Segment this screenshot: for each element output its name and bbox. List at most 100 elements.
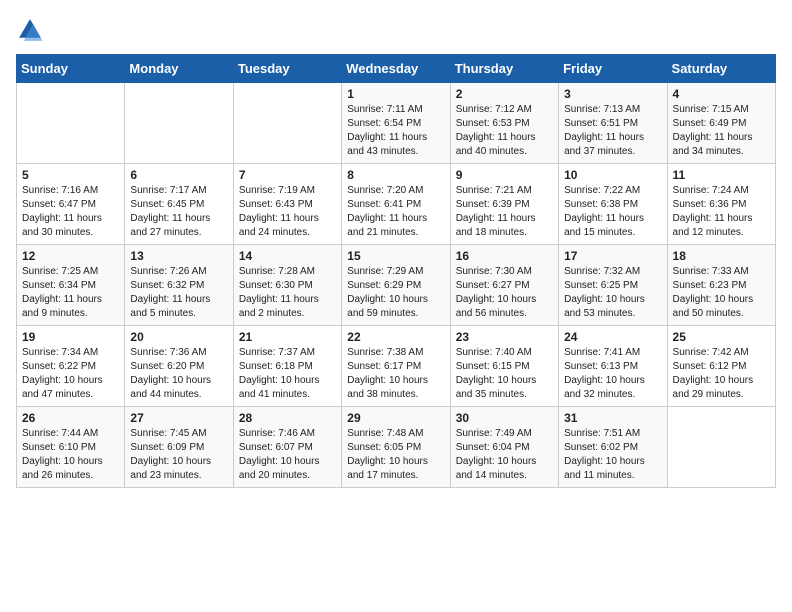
cell-details: Sunrise: 7:13 AM Sunset: 6:51 PM Dayligh… [564, 103, 661, 159]
cell-details: Sunrise: 7:45 AM Sunset: 6:09 PM Dayligh… [130, 427, 227, 483]
day-number: 1 [347, 87, 444, 101]
day-number: 3 [564, 87, 661, 101]
day-number: 9 [456, 168, 553, 182]
calendar-cell: 12Sunrise: 7:25 AM Sunset: 6:34 PM Dayli… [17, 245, 125, 326]
cell-details: Sunrise: 7:30 AM Sunset: 6:27 PM Dayligh… [456, 265, 553, 321]
cell-details: Sunrise: 7:46 AM Sunset: 6:07 PM Dayligh… [239, 427, 336, 483]
calendar-cell: 25 Sunrise: 7:42 AM Sunset: 6:12 PM Dayli… [667, 326, 775, 407]
calendar-cell: 6Sunrise: 7:17 AM Sunset: 6:45 PM Daylig… [125, 164, 233, 245]
calendar-week-0: 1 Sunrise: 7:11 AM Sunset: 6:54 PM Daylig… [17, 83, 776, 164]
calendar-cell [125, 83, 233, 164]
cell-details: Sunrise: 7:22 AM Sunset: 6:38 PM Dayligh… [564, 184, 661, 240]
calendar-cell: 16 Sunrise: 7:30 AM Sunset: 6:27 PM Dayli… [450, 245, 558, 326]
cell-details: Sunrise: 7:21 AM Sunset: 6:39 PM Dayligh… [456, 184, 553, 240]
header-day-friday: Friday [559, 55, 667, 83]
cell-details: Sunrise: 7:38 AM Sunset: 6:17 PM Dayligh… [347, 346, 444, 402]
day-number: 16 [456, 249, 553, 263]
header-day-saturday: Saturday [667, 55, 775, 83]
day-number: 13 [130, 249, 227, 263]
day-number: 23 [456, 330, 553, 344]
calendar-cell: 31 Sunrise: 7:51 AM Sunset: 6:02 PM Dayli… [559, 407, 667, 488]
day-number: 17 [564, 249, 661, 263]
calendar-cell: 24 Sunrise: 7:41 AM Sunset: 6:13 PM Dayli… [559, 326, 667, 407]
calendar-cell [17, 83, 125, 164]
header-day-tuesday: Tuesday [233, 55, 341, 83]
calendar-cell: 1 Sunrise: 7:11 AM Sunset: 6:54 PM Daylig… [342, 83, 450, 164]
day-number: 28 [239, 411, 336, 425]
cell-details: Sunrise: 7:11 AM Sunset: 6:54 PM Dayligh… [347, 103, 444, 159]
day-number: 2 [456, 87, 553, 101]
calendar-cell: 22 Sunrise: 7:38 AM Sunset: 6:17 PM Dayli… [342, 326, 450, 407]
logo-icon [16, 16, 44, 44]
cell-details: Sunrise: 7:26 AM Sunset: 6:32 PM Dayligh… [130, 265, 227, 321]
day-number: 11 [673, 168, 770, 182]
header-day-monday: Monday [125, 55, 233, 83]
cell-details: Sunrise: 7:29 AM Sunset: 6:29 PM Dayligh… [347, 265, 444, 321]
calendar-cell: 19Sunrise: 7:34 AM Sunset: 6:22 PM Dayli… [17, 326, 125, 407]
cell-details: Sunrise: 7:41 AM Sunset: 6:13 PM Dayligh… [564, 346, 661, 402]
calendar-cell: 27 Sunrise: 7:45 AM Sunset: 6:09 PM Dayli… [125, 407, 233, 488]
day-number: 10 [564, 168, 661, 182]
day-number: 31 [564, 411, 661, 425]
day-number: 4 [673, 87, 770, 101]
cell-details: Sunrise: 7:15 AM Sunset: 6:49 PM Dayligh… [673, 103, 770, 159]
day-number: 5 [22, 168, 119, 182]
day-number: 18 [673, 249, 770, 263]
calendar-cell: 17 Sunrise: 7:32 AM Sunset: 6:25 PM Dayli… [559, 245, 667, 326]
cell-details: Sunrise: 7:51 AM Sunset: 6:02 PM Dayligh… [564, 427, 661, 483]
calendar-cell: 13 Sunrise: 7:26 AM Sunset: 6:32 PM Dayli… [125, 245, 233, 326]
cell-details: Sunrise: 7:24 AM Sunset: 6:36 PM Dayligh… [673, 184, 770, 240]
calendar-cell: 18Sunrise: 7:33 AM Sunset: 6:23 PM Dayli… [667, 245, 775, 326]
day-number: 8 [347, 168, 444, 182]
calendar-body: 1 Sunrise: 7:11 AM Sunset: 6:54 PM Daylig… [17, 83, 776, 488]
cell-details: Sunrise: 7:17 AM Sunset: 6:45 PM Dayligh… [130, 184, 227, 240]
cell-details: Sunrise: 7:42 AM Sunset: 6:12 PM Dayligh… [673, 346, 770, 402]
calendar-cell: 28 Sunrise: 7:46 AM Sunset: 6:07 PM Dayli… [233, 407, 341, 488]
cell-details: Sunrise: 7:37 AM Sunset: 6:18 PM Dayligh… [239, 346, 336, 402]
calendar-cell: 10 Sunrise: 7:22 AM Sunset: 6:38 PM Dayli… [559, 164, 667, 245]
calendar-week-2: 12Sunrise: 7:25 AM Sunset: 6:34 PM Dayli… [17, 245, 776, 326]
day-number: 12 [22, 249, 119, 263]
cell-details: Sunrise: 7:16 AM Sunset: 6:47 PM Dayligh… [22, 184, 119, 240]
calendar-cell [667, 407, 775, 488]
header-day-thursday: Thursday [450, 55, 558, 83]
day-number: 7 [239, 168, 336, 182]
day-number: 26 [22, 411, 119, 425]
day-number: 21 [239, 330, 336, 344]
calendar-cell: 5 Sunrise: 7:16 AM Sunset: 6:47 PM Daylig… [17, 164, 125, 245]
day-number: 27 [130, 411, 227, 425]
day-number: 25 [673, 330, 770, 344]
calendar-week-1: 5 Sunrise: 7:16 AM Sunset: 6:47 PM Daylig… [17, 164, 776, 245]
calendar-cell: 4 Sunrise: 7:15 AM Sunset: 6:49 PM Daylig… [667, 83, 775, 164]
calendar-week-3: 19Sunrise: 7:34 AM Sunset: 6:22 PM Dayli… [17, 326, 776, 407]
calendar-cell: 15 Sunrise: 7:29 AM Sunset: 6:29 PM Dayli… [342, 245, 450, 326]
calendar-cell: 14Sunrise: 7:28 AM Sunset: 6:30 PM Dayli… [233, 245, 341, 326]
calendar-cell: 11 Sunrise: 7:24 AM Sunset: 6:36 PM Dayli… [667, 164, 775, 245]
header-row: SundayMondayTuesdayWednesdayThursdayFrid… [17, 55, 776, 83]
day-number: 15 [347, 249, 444, 263]
day-number: 24 [564, 330, 661, 344]
header-day-sunday: Sunday [17, 55, 125, 83]
cell-details: Sunrise: 7:40 AM Sunset: 6:15 PM Dayligh… [456, 346, 553, 402]
page-header [16, 16, 776, 44]
calendar-cell: 21 Sunrise: 7:37 AM Sunset: 6:18 PM Dayli… [233, 326, 341, 407]
calendar-cell [233, 83, 341, 164]
day-number: 29 [347, 411, 444, 425]
calendar-cell: 30 Sunrise: 7:49 AM Sunset: 6:04 PM Dayli… [450, 407, 558, 488]
cell-details: Sunrise: 7:32 AM Sunset: 6:25 PM Dayligh… [564, 265, 661, 321]
calendar-cell: 29Sunrise: 7:48 AM Sunset: 6:05 PM Dayli… [342, 407, 450, 488]
calendar-week-4: 26 Sunrise: 7:44 AM Sunset: 6:10 PM Dayli… [17, 407, 776, 488]
cell-details: Sunrise: 7:44 AM Sunset: 6:10 PM Dayligh… [22, 427, 119, 483]
day-number: 22 [347, 330, 444, 344]
cell-details: Sunrise: 7:49 AM Sunset: 6:04 PM Dayligh… [456, 427, 553, 483]
cell-details: Sunrise: 7:12 AM Sunset: 6:53 PM Dayligh… [456, 103, 553, 159]
day-number: 30 [456, 411, 553, 425]
cell-details: Sunrise: 7:19 AM Sunset: 6:43 PM Dayligh… [239, 184, 336, 240]
cell-details: Sunrise: 7:20 AM Sunset: 6:41 PM Dayligh… [347, 184, 444, 240]
day-number: 19 [22, 330, 119, 344]
day-number: 14 [239, 249, 336, 263]
day-number: 20 [130, 330, 227, 344]
header-day-wednesday: Wednesday [342, 55, 450, 83]
calendar-cell: 20Sunrise: 7:36 AM Sunset: 6:20 PM Dayli… [125, 326, 233, 407]
calendar-table: SundayMondayTuesdayWednesdayThursdayFrid… [16, 54, 776, 488]
